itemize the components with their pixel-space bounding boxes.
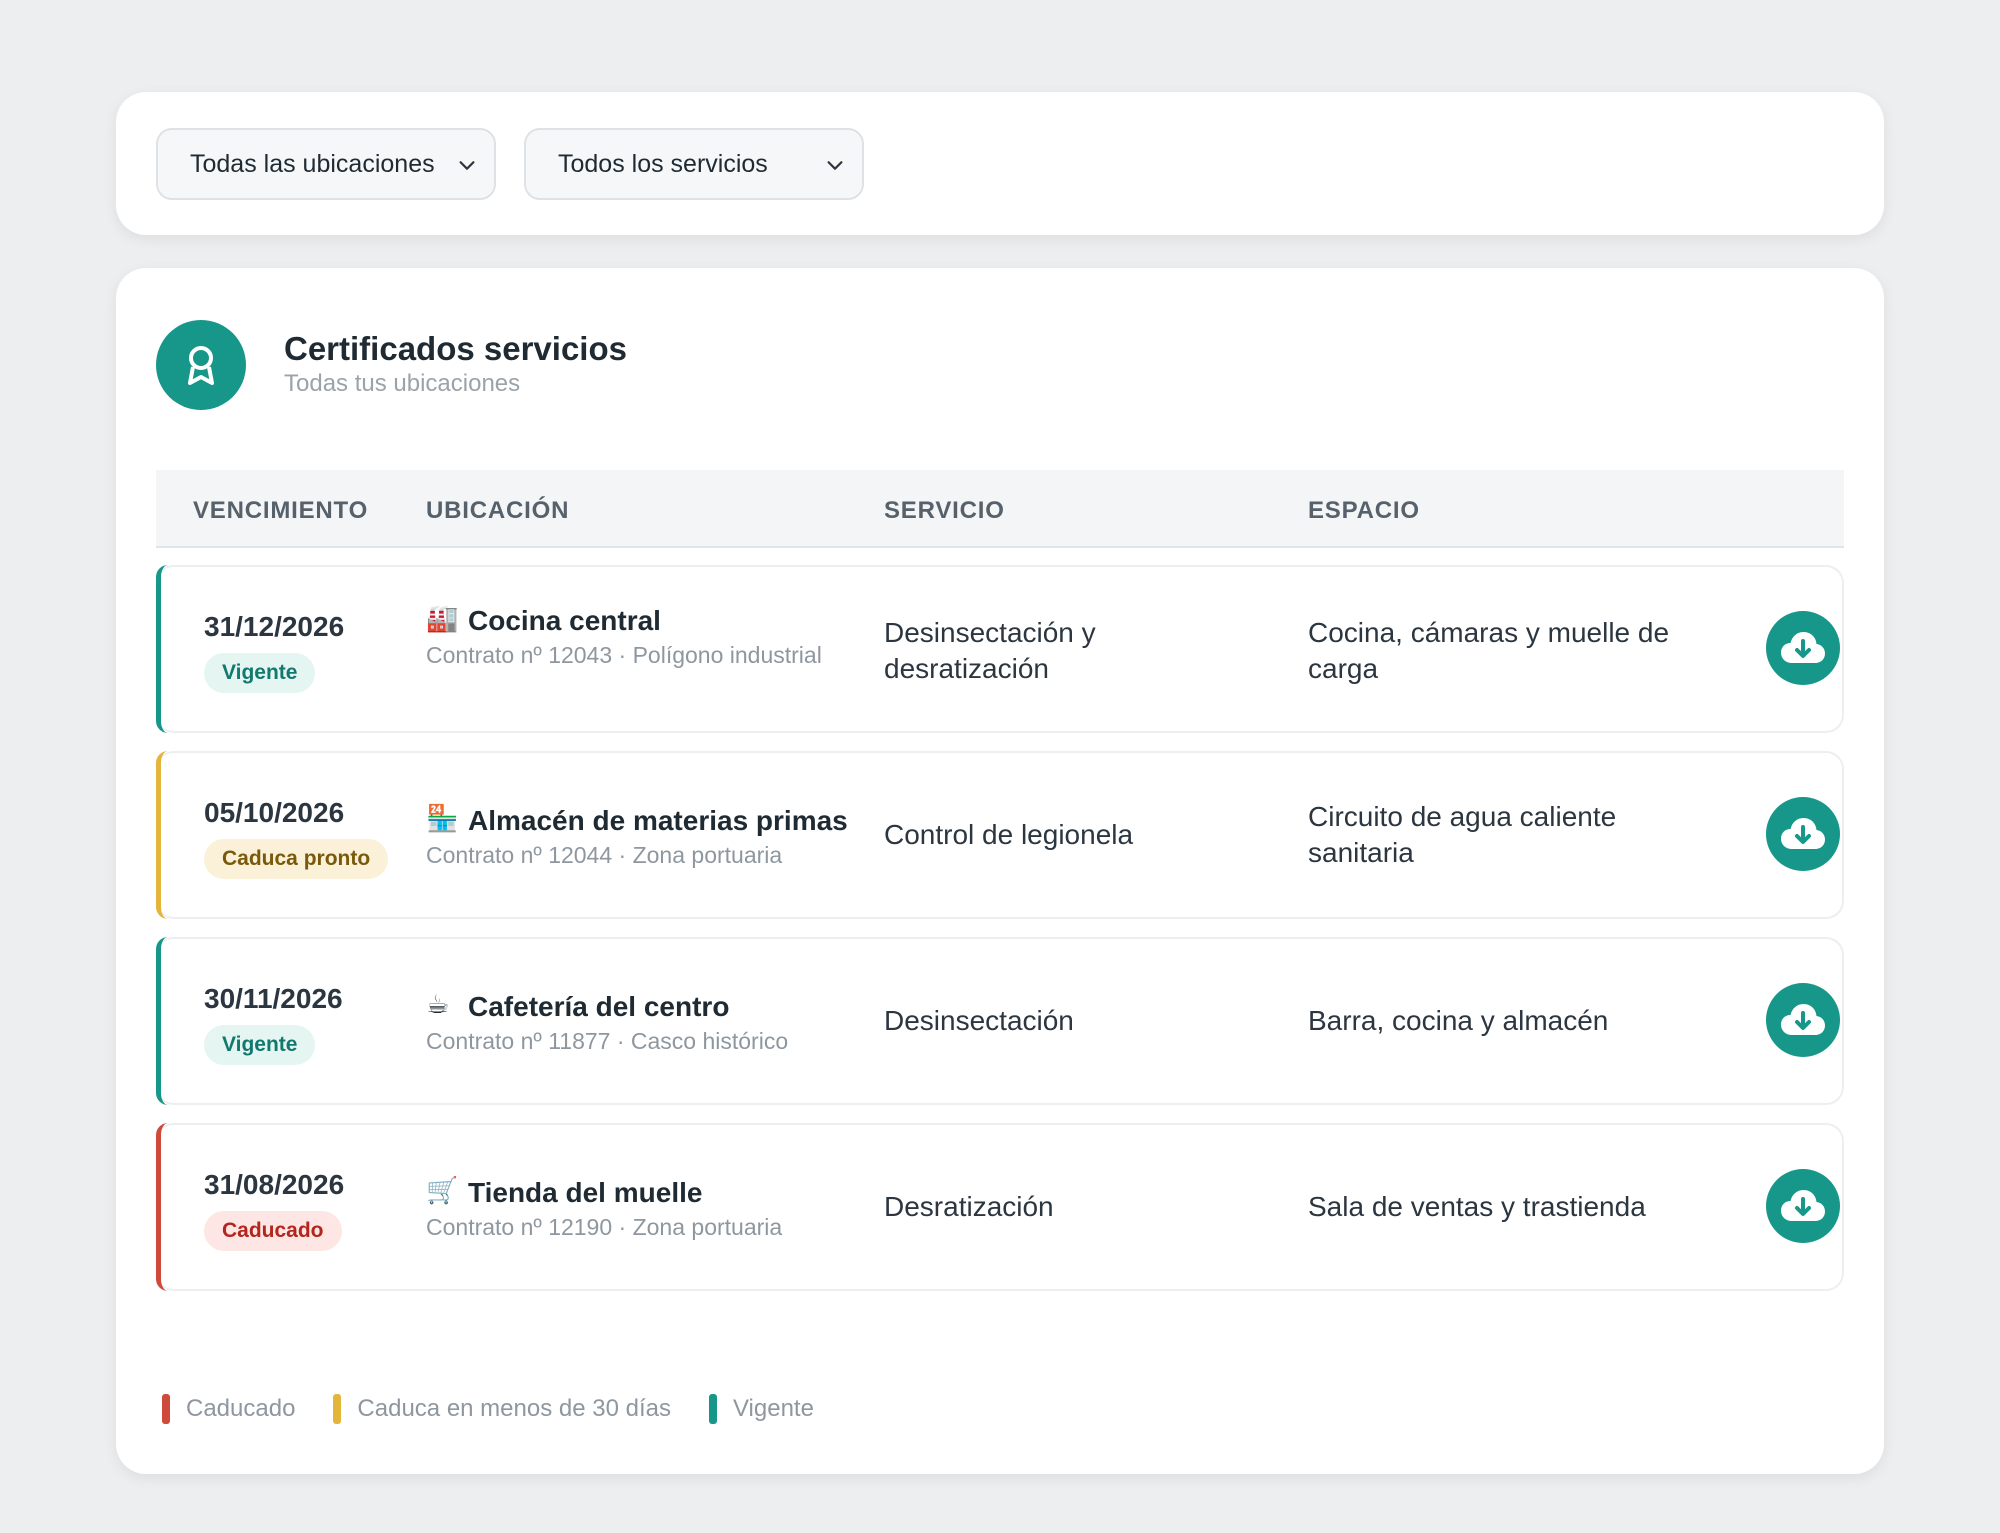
- legend-item-valid: Vigente: [708, 1394, 814, 1424]
- certificate-award-icon: [156, 320, 246, 410]
- service-filter-select[interactable]: Todos los servicios: [524, 128, 864, 200]
- certificates-card: Certificados servicios Todas tus ubicaci…: [116, 268, 1884, 1474]
- column-header-service[interactable]: SERVICIO: [884, 497, 1005, 525]
- status-indicator-bar: [156, 1123, 168, 1291]
- factory-icon: 🏭: [426, 603, 459, 633]
- status-badge: Caducado: [204, 1211, 342, 1251]
- status-indicator-bar: [156, 937, 168, 1105]
- expiry-date: 31/12/2026: [204, 611, 345, 642]
- location-name: Tienda del muelle: [468, 1177, 703, 1208]
- column-header-expiry[interactable]: VENCIMIENTO: [193, 497, 368, 525]
- coffee-icon: ☕: [426, 989, 450, 1019]
- legend-item-expiring-soon: Caduca en menos de 30 días: [333, 1394, 671, 1424]
- status-badge: Vigente: [204, 1025, 316, 1065]
- space-description: Barra, cocina y almacén: [1308, 1005, 1609, 1036]
- table-row: 30/11/2026 Vigente ☕ Cafetería del centr…: [156, 937, 1844, 1105]
- contract-info: Contrato nº 11877 · Casco histórico: [426, 1028, 789, 1054]
- service-name: Desinsectación: [884, 1005, 1074, 1036]
- legend-swatch: [708, 1394, 717, 1424]
- location-name: Almacén de materias primas: [468, 805, 848, 836]
- location-filter-value: Todas las ubicaciones: [190, 149, 435, 178]
- space-description: Sala de ventas y trastienda: [1308, 1191, 1646, 1222]
- location-name: Cafetería del centro: [468, 991, 730, 1022]
- service-filter-value: Todos los servicios: [558, 149, 768, 178]
- download-certificate-button[interactable]: [1766, 983, 1840, 1057]
- status-indicator-bar: [156, 565, 168, 733]
- download-certificate-button[interactable]: [1766, 797, 1840, 871]
- shopping-cart-icon: 🛒: [426, 1175, 459, 1205]
- contract-info: Contrato nº 12043 · Polígono industrial: [426, 642, 822, 668]
- legend-label: Vigente: [732, 1395, 814, 1422]
- status-badge: Caduca pronto: [204, 839, 389, 879]
- page-subtitle: Todas tus ubicaciones: [284, 370, 521, 397]
- location-filter-select[interactable]: Todas las ubicaciones: [156, 128, 496, 200]
- contract-info: Contrato nº 12044 · Zona portuaria: [426, 842, 783, 868]
- legend-label: Caduca en menos de 30 días: [357, 1395, 671, 1422]
- expiry-date: 31/08/2026: [204, 1169, 345, 1200]
- space-description: Cocina, cámaras y muelle de carga: [1308, 617, 1670, 684]
- chevron-down-icon: [459, 161, 475, 170]
- table-header: VENCIMIENTO UBICACIÓN SERVICIO ESPACIO: [156, 470, 1844, 548]
- location-name: Cocina central: [468, 605, 661, 636]
- store-icon: 🏪: [426, 803, 459, 833]
- legend-item-expired: Caducado: [162, 1394, 295, 1424]
- page-title: Certificados servicios: [284, 330, 627, 367]
- column-header-location[interactable]: UBICACIÓN: [426, 497, 569, 525]
- space-description: Circuito de agua caliente sanitaria: [1308, 801, 1617, 868]
- column-header-space[interactable]: ESPACIO: [1308, 497, 1420, 525]
- cloud-download-icon: [1781, 632, 1825, 663]
- legend-label: Caducado: [186, 1395, 296, 1422]
- cloud-download-icon: [1781, 1190, 1825, 1221]
- service-name: Desratización: [884, 1191, 1054, 1222]
- chevron-down-icon: [827, 161, 843, 170]
- table-row: 31/08/2026 Caducado 🛒 Tienda del muelle …: [156, 1123, 1844, 1291]
- service-name: Control de legionela: [884, 819, 1134, 850]
- status-legend: Caducado Caduca en menos de 30 días Vige…: [162, 1394, 852, 1424]
- download-certificate-button[interactable]: [1766, 611, 1840, 685]
- expiry-date: 05/10/2026: [204, 797, 345, 828]
- status-badge: Vigente: [204, 653, 316, 693]
- download-certificate-button[interactable]: [1766, 1169, 1840, 1243]
- table-row: 31/12/2026 Vigente 🏭 Cocina central Cont…: [156, 565, 1844, 733]
- filter-bar: Todas las ubicaciones Todos los servicio…: [116, 92, 1884, 235]
- legend-swatch: [333, 1394, 342, 1424]
- cloud-download-icon: [1781, 818, 1825, 849]
- service-name: Desinsectación y desratización: [884, 617, 1096, 684]
- legend-swatch: [162, 1394, 170, 1424]
- expiry-date: 30/11/2026: [204, 983, 343, 1014]
- table-row: 05/10/2026 Caduca pronto 🏪 Almacén de ma…: [156, 751, 1844, 919]
- cloud-download-icon: [1781, 1004, 1825, 1035]
- status-indicator-bar: [156, 751, 168, 919]
- contract-info: Contrato nº 12190 · Zona portuaria: [426, 1214, 783, 1240]
